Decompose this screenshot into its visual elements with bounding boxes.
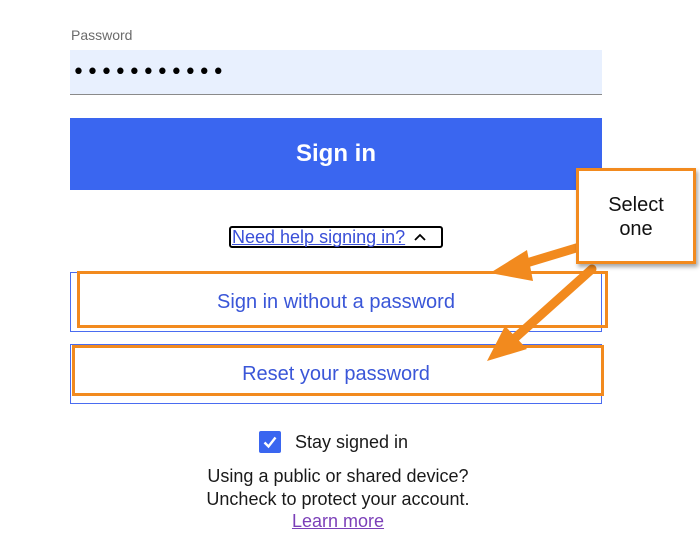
need-help-link[interactable]: Need help signing in? (232, 227, 405, 248)
stay-signed-in-checkbox[interactable] (259, 431, 281, 453)
password-label: Password (71, 27, 133, 43)
select-one-callout: Select one (576, 168, 696, 264)
checkmark-icon (263, 436, 277, 449)
learn-more-link[interactable]: Learn more (292, 511, 384, 531)
learn-more-container: Learn more (0, 511, 676, 532)
chevron-up-icon (414, 233, 426, 241)
reset-password-button[interactable]: Reset your password (70, 344, 602, 404)
sign-in-without-password-button[interactable]: Sign in without a password (70, 272, 602, 332)
shared-device-notice: Using a public or shared device? Uncheck… (130, 465, 546, 511)
notice-line-1: Using a public or shared device? (207, 466, 469, 486)
sign-in-button[interactable]: Sign in (70, 118, 602, 190)
stay-signed-in-label: Stay signed in (295, 431, 409, 452)
password-input[interactable] (70, 50, 602, 95)
notice-line-2: Uncheck to protect your account. (206, 489, 470, 509)
stay-signed-in-checkbox-row[interactable]: Stay signed in (259, 431, 408, 453)
need-help-toggle[interactable]: Need help signing in? (229, 226, 443, 248)
callout-text: Select one (608, 194, 664, 240)
